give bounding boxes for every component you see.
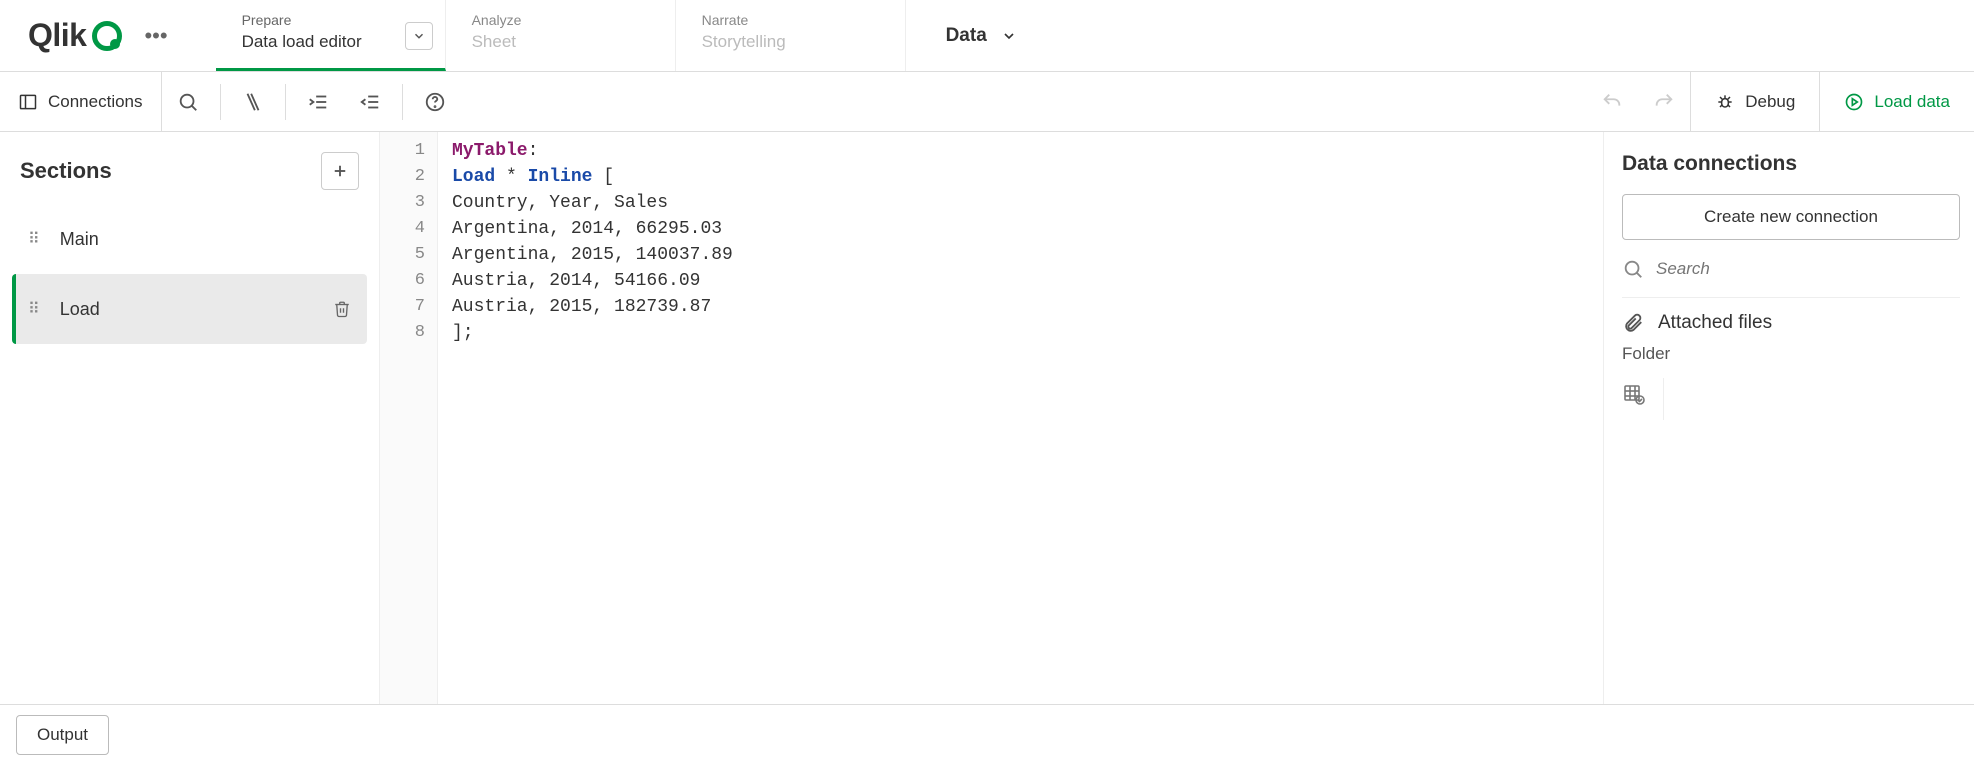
code-line[interactable]: Austria, 2015, 182739.87 [452, 294, 1603, 320]
tab-top-label: Analyze [472, 12, 649, 28]
undo-icon [1601, 91, 1623, 113]
indent-button[interactable] [292, 72, 344, 132]
select-data-button[interactable] [1622, 378, 1664, 420]
folder-label: Folder [1622, 344, 1960, 364]
line-number: 5 [380, 242, 437, 268]
line-number: 4 [380, 216, 437, 242]
attached-files-label: Attached files [1658, 312, 1772, 334]
logo-circle-icon [92, 21, 122, 51]
drag-handle-icon[interactable]: ⠿ [28, 229, 42, 249]
tab-analyze[interactable]: Analyze Sheet [446, 0, 676, 71]
load-data-button[interactable]: Load data [1819, 72, 1974, 131]
connection-search-input[interactable] [1656, 259, 1960, 279]
line-number: 2 [380, 164, 437, 190]
chevron-down-icon[interactable] [405, 22, 433, 50]
outdent-icon [359, 91, 381, 113]
trash-icon [333, 300, 351, 318]
section-label: Main [60, 229, 99, 250]
footer: Output [0, 704, 1974, 764]
redo-button[interactable] [1638, 72, 1690, 132]
logo-area: Qlik ••• [0, 0, 196, 71]
tab-top-label: Prepare [242, 12, 419, 28]
help-button[interactable] [409, 72, 461, 132]
code-line[interactable]: Argentina, 2015, 140037.89 [452, 242, 1603, 268]
plus-icon [331, 162, 349, 180]
app-name-label: Data [946, 25, 987, 47]
chevron-down-icon [1001, 28, 1017, 44]
line-gutter: 12345678 [380, 132, 438, 704]
app-name-dropdown[interactable]: Data [906, 0, 1057, 71]
debug-icon [1715, 92, 1735, 112]
line-number: 8 [380, 320, 437, 346]
connections-label: Connections [48, 92, 143, 112]
undo-button[interactable] [1586, 72, 1638, 132]
code-line[interactable]: Country, Year, Sales [452, 190, 1603, 216]
attachment-icon [1622, 312, 1644, 334]
line-number: 6 [380, 268, 437, 294]
tab-bottom-label: Storytelling [702, 32, 879, 52]
sections-title: Sections [20, 158, 112, 184]
code-line[interactable]: Load * Inline [ [452, 164, 1603, 190]
tab-narrate[interactable]: Narrate Storytelling [676, 0, 906, 71]
connections-panel-button[interactable]: Connections [0, 72, 162, 132]
debug-label: Debug [1745, 92, 1795, 112]
toolbar-right: Debug Load data [1586, 72, 1974, 131]
qlik-logo[interactable]: Qlik [28, 17, 122, 54]
help-icon [424, 91, 446, 113]
line-number: 1 [380, 138, 437, 164]
connection-search[interactable] [1622, 254, 1960, 298]
delete-section-button[interactable] [333, 300, 351, 318]
data-connections-title: Data connections [1622, 152, 1960, 176]
panel-icon [18, 92, 38, 112]
section-item-main[interactable]: ⠿ Main [12, 204, 367, 274]
code-line[interactable]: Argentina, 2014, 66295.03 [452, 216, 1603, 242]
drag-handle-icon[interactable]: ⠿ [28, 299, 42, 319]
logo-text: Qlik [28, 17, 86, 54]
toolbar: Connections Debug Load data [0, 72, 1974, 132]
code-editor[interactable]: 12345678 MyTable:Load * Inline [Country,… [380, 132, 1604, 704]
create-connection-button[interactable]: Create new connection [1622, 194, 1960, 240]
tab-prepare[interactable]: Prepare Data load editor [216, 0, 446, 71]
section-item-load[interactable]: ⠿ Load [12, 274, 367, 344]
load-data-label: Load data [1874, 92, 1950, 112]
tab-top-label: Narrate [702, 12, 879, 28]
line-number: 7 [380, 294, 437, 320]
output-button[interactable]: Output [16, 715, 109, 755]
line-number: 3 [380, 190, 437, 216]
data-connections-panel: Data connections Create new connection A… [1604, 132, 1974, 704]
search-icon [1622, 258, 1644, 280]
code-line[interactable]: ]; [452, 320, 1603, 346]
nav-tabs: Prepare Data load editor Analyze Sheet N… [216, 0, 906, 71]
add-section-button[interactable] [321, 152, 359, 190]
search-icon [177, 91, 199, 113]
indent-icon [307, 91, 329, 113]
tab-bottom-label: Data load editor [242, 32, 419, 52]
tab-bottom-label: Sheet [472, 32, 649, 52]
code-line[interactable]: MyTable: [452, 138, 1603, 164]
debug-button[interactable]: Debug [1690, 72, 1819, 131]
main-area: Sections ⠿ Main ⠿ Load 12345678 MyTable:… [0, 132, 1974, 704]
search-button[interactable] [162, 72, 214, 132]
redo-icon [1653, 91, 1675, 113]
code-area[interactable]: MyTable:Load * Inline [Country, Year, Sa… [438, 132, 1603, 704]
comment-icon [242, 91, 264, 113]
code-line[interactable]: Austria, 2014, 54166.09 [452, 268, 1603, 294]
app-header: Qlik ••• Prepare Data load editor Analyz… [0, 0, 1974, 72]
select-data-icon [1622, 382, 1646, 406]
outdent-button[interactable] [344, 72, 396, 132]
comment-toggle-button[interactable] [227, 72, 279, 132]
play-circle-icon [1844, 92, 1864, 112]
attached-files-row: Attached files [1622, 312, 1960, 334]
section-label: Load [60, 299, 100, 320]
sections-header: Sections [12, 152, 367, 204]
sections-panel: Sections ⠿ Main ⠿ Load [0, 132, 380, 704]
more-menu-button[interactable]: ••• [136, 23, 175, 49]
